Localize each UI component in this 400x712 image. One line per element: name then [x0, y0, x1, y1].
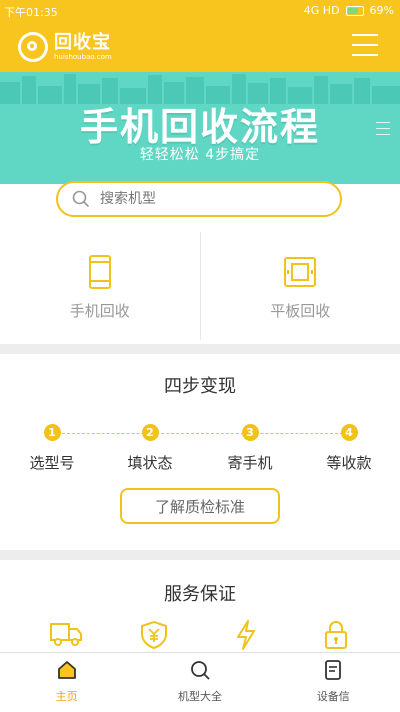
search-input[interactable]	[98, 190, 322, 208]
tablet-recycle-button[interactable]: 平板回收	[200, 232, 400, 340]
section-divider	[0, 344, 400, 354]
inspection-standard-button[interactable]: 了解质检标准	[120, 488, 280, 524]
logo-icon	[18, 32, 48, 62]
service-icons-row	[0, 620, 400, 654]
banner-edge-lines	[376, 122, 390, 140]
battery-level: 69%	[370, 4, 394, 17]
status-bar: 下午01:35 4G HD 69%	[0, 0, 400, 22]
step-label: 选型号	[12, 452, 92, 473]
home-icon	[56, 659, 78, 681]
logo-title: 回收宝	[54, 34, 112, 52]
banner-subtitle: 轻轻松松 4步搞定	[0, 144, 400, 164]
service-title: 服务保证	[0, 580, 400, 606]
logo-subtitle: huishoubao.com	[54, 54, 112, 61]
nav-home-label: 主页	[0, 688, 133, 704]
tablet-icon	[283, 254, 317, 290]
app-header: 回收宝 huishoubao.com	[0, 22, 400, 72]
step-number: 4	[341, 424, 358, 441]
step-number: 1	[44, 424, 61, 441]
step-label: 寄手机	[210, 452, 290, 473]
hamburger-icon[interactable]	[352, 34, 378, 58]
truck-icon	[46, 620, 86, 652]
section-divider	[0, 550, 400, 560]
nav-home[interactable]: 主页	[0, 653, 133, 712]
document-icon	[322, 659, 344, 681]
yuan-shield-icon	[134, 620, 174, 654]
status-time: 下午01:35	[4, 4, 58, 20]
step-number: 3	[242, 424, 259, 441]
step-item: 1 选型号	[12, 424, 92, 473]
steps-dashed-line	[52, 433, 348, 434]
phone-recycle-button[interactable]: 手机回收	[0, 232, 200, 340]
nav-models-label: 机型大全	[133, 688, 266, 704]
phone-recycle-label: 手机回收	[0, 300, 200, 321]
nav-models[interactable]: 机型大全	[133, 653, 266, 712]
app-logo[interactable]: 回收宝 huishoubao.com	[18, 32, 112, 62]
bottom-navigation: 主页 机型大全 设备信	[0, 652, 400, 712]
step-item: 4 等收款	[309, 424, 389, 473]
nav-device-label: 设备信	[267, 688, 400, 704]
nav-device[interactable]: 设备信	[267, 653, 400, 712]
category-grid: 手机回收 平板回收	[0, 232, 400, 340]
step-item: 2 填状态	[110, 424, 190, 473]
search-bar[interactable]	[56, 181, 342, 217]
step-label: 填状态	[110, 452, 190, 473]
banner-title: 手机回收流程	[0, 96, 400, 151]
tablet-recycle-label: 平板回收	[201, 300, 400, 321]
step-item: 3 寄手机	[210, 424, 290, 473]
lightning-icon	[226, 620, 266, 654]
network-indicator: 4G HD	[304, 4, 340, 17]
steps-title: 四步变现	[0, 372, 400, 398]
search-icon	[189, 659, 211, 681]
step-number: 2	[142, 424, 159, 441]
process-banner[interactable]: 手机回收流程 轻轻松松 4步搞定	[0, 72, 400, 184]
lock-icon	[316, 620, 356, 654]
phone-icon	[88, 254, 112, 290]
search-icon	[72, 190, 90, 208]
battery-icon	[346, 6, 364, 16]
step-label: 等收款	[309, 452, 389, 473]
